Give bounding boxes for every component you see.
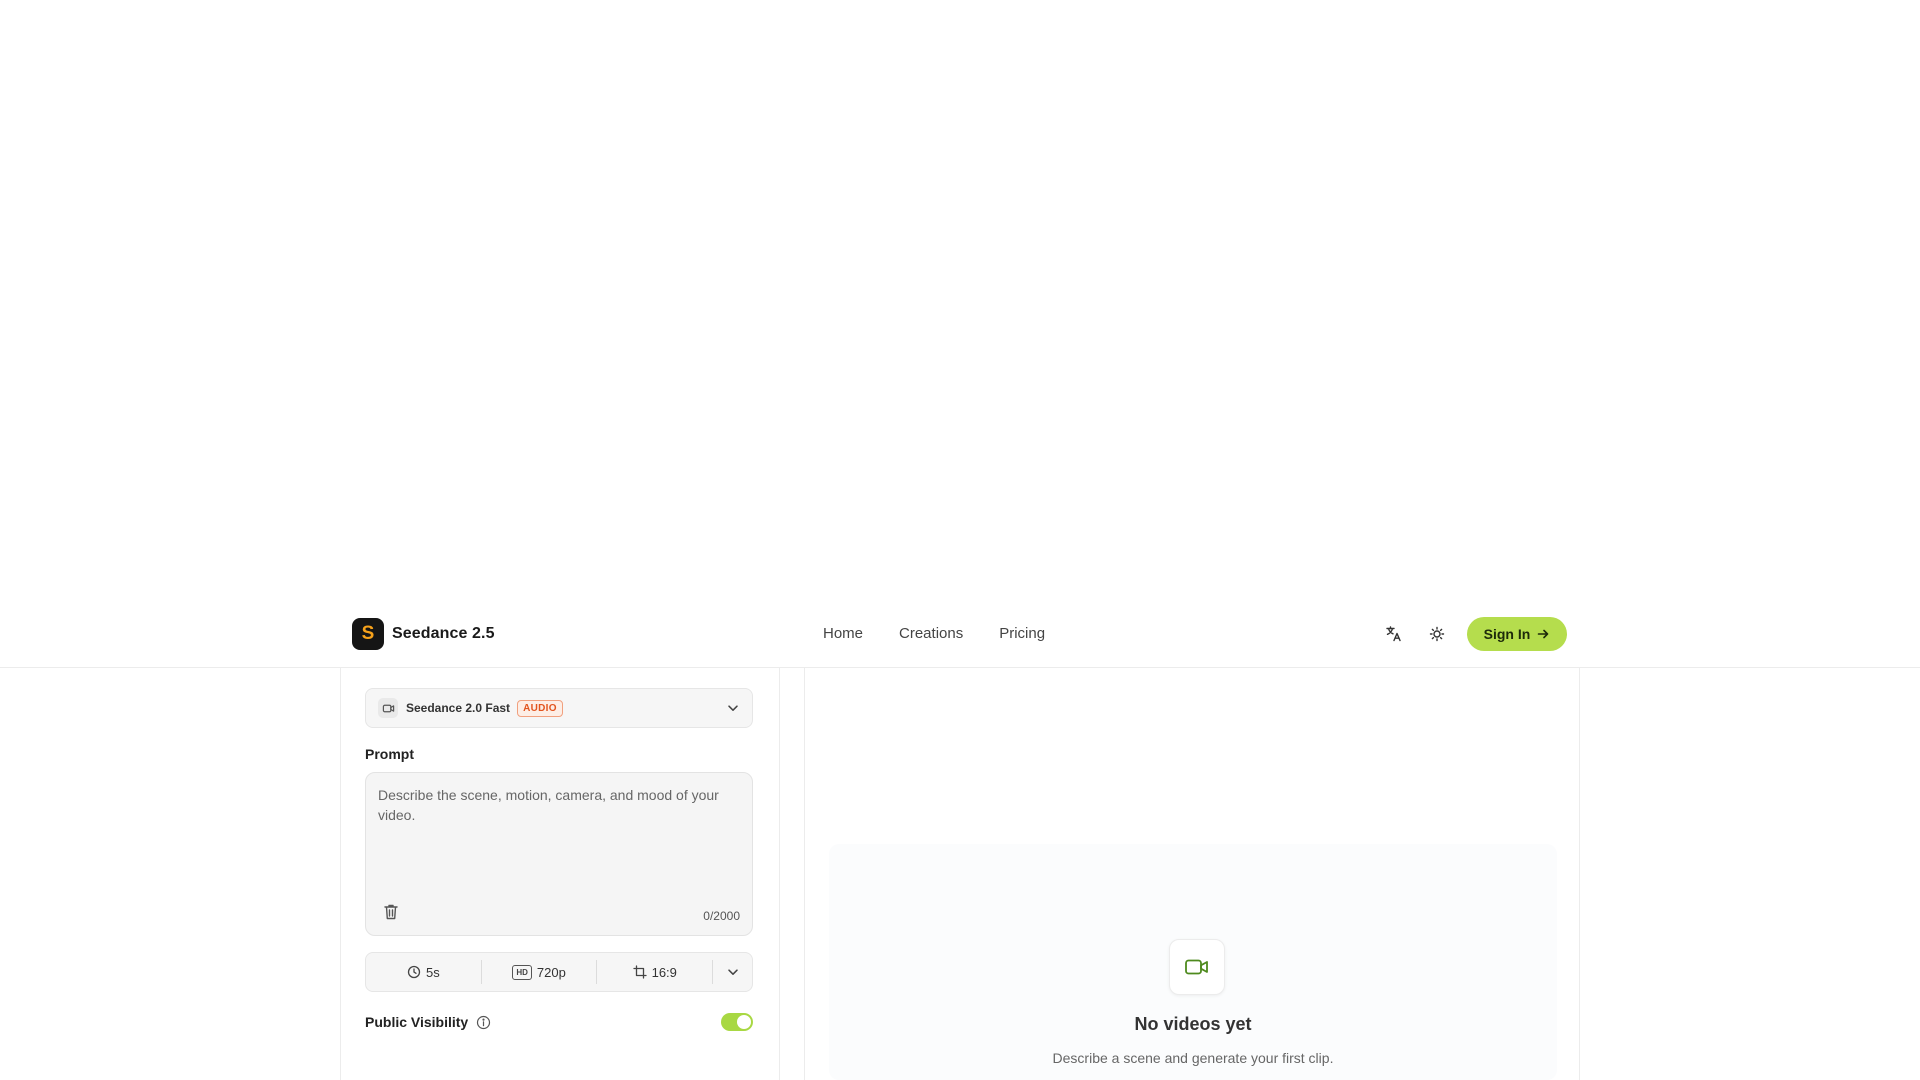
model-select[interactable]: Seedance 2.0 Fast AUDIO bbox=[365, 688, 753, 728]
brand[interactable]: S Seedance 2.5 bbox=[352, 618, 495, 650]
chevron-down-icon bbox=[726, 701, 740, 715]
more-settings-button[interactable] bbox=[713, 953, 752, 991]
nav-home[interactable]: Home bbox=[823, 622, 863, 646]
empty-subtitle: Describe a scene and generate your first… bbox=[1052, 1050, 1334, 1066]
info-icon[interactable] bbox=[476, 1015, 491, 1030]
clock-icon bbox=[407, 965, 421, 979]
duration-value: 5s bbox=[425, 964, 440, 980]
prompt-input[interactable] bbox=[378, 785, 738, 895]
aspect-ratio-setting[interactable]: 16:9 bbox=[597, 953, 712, 991]
main-nav: Home Creations Pricing bbox=[823, 622, 1045, 646]
sign-in-label: Sign In bbox=[1483, 626, 1531, 642]
nav-pricing[interactable]: Pricing bbox=[999, 622, 1045, 646]
settings-bar: 5s HD 720p 16:9 bbox=[365, 952, 753, 992]
arrow-right-icon bbox=[1538, 629, 1549, 639]
trash-icon[interactable] bbox=[380, 901, 402, 923]
audio-badge: AUDIO bbox=[517, 699, 563, 717]
aspect-ratio-value: 16:9 bbox=[651, 964, 677, 980]
brand-name: Seedance 2.5 bbox=[392, 625, 495, 642]
toggle-knob bbox=[737, 1015, 751, 1029]
model-name: Seedance 2.0 Fast bbox=[406, 701, 511, 715]
resolution-value: 720p bbox=[536, 964, 566, 980]
chevron-down-icon bbox=[727, 969, 738, 975]
empty-state: No videos yet Describe a scene and gener… bbox=[829, 844, 1557, 1080]
empty-title: No videos yet bbox=[1134, 1014, 1252, 1034]
prompt-label: Prompt bbox=[365, 746, 414, 762]
sign-in-button[interactable]: Sign In bbox=[1467, 617, 1567, 651]
visibility-toggle[interactable] bbox=[721, 1013, 753, 1031]
video-camera-icon bbox=[378, 698, 398, 718]
duration-setting[interactable]: 5s bbox=[366, 953, 481, 991]
logo-icon: S bbox=[352, 618, 384, 650]
sun-icon[interactable] bbox=[1424, 621, 1450, 647]
resolution-setting[interactable]: HD 720p bbox=[482, 953, 597, 991]
prompt-box: 0/2000 bbox=[365, 772, 753, 936]
generator-panel: Seedance 2.0 Fast AUDIO Prompt 0/2000 5s… bbox=[340, 668, 780, 1080]
translate-icon[interactable] bbox=[1381, 621, 1407, 647]
char-counter: 0/2000 bbox=[703, 909, 740, 923]
results-panel: No videos yet Describe a scene and gener… bbox=[804, 668, 1580, 1080]
hd-icon: HD bbox=[512, 964, 532, 980]
top-header: S Seedance 2.5 Home Creations Pricing bbox=[0, 600, 1920, 668]
video-camera-icon bbox=[1169, 939, 1225, 995]
visibility-label: Public Visibility bbox=[365, 1014, 469, 1030]
visibility-row: Public Visibility bbox=[365, 1010, 753, 1034]
nav-creations[interactable]: Creations bbox=[899, 622, 963, 646]
crop-icon bbox=[632, 965, 647, 979]
